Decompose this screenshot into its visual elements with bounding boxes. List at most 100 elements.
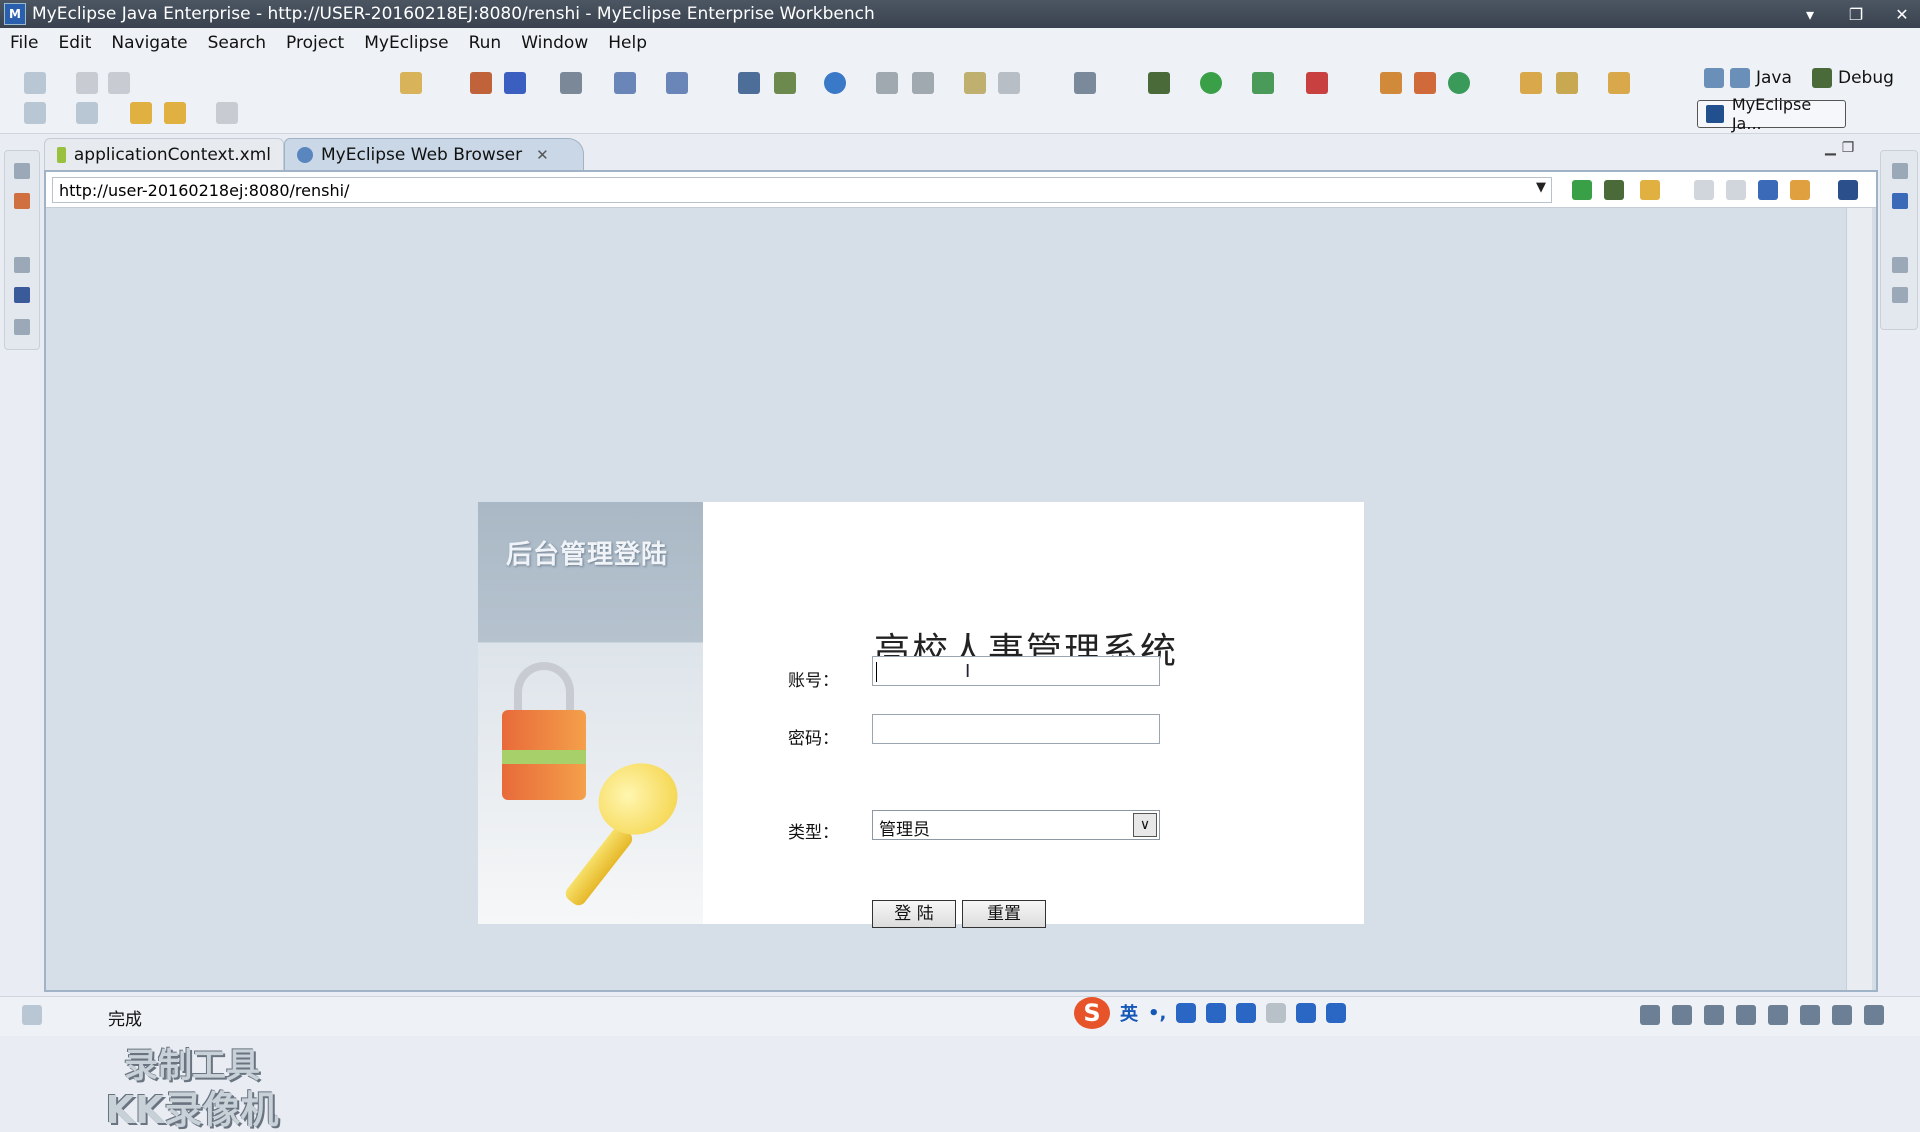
- emoji-icon[interactable]: [1176, 1003, 1197, 1023]
- browser-refresh-icon[interactable]: [1790, 180, 1810, 200]
- open-folder-2-icon[interactable]: [1608, 72, 1630, 94]
- settings-icon[interactable]: [998, 72, 1020, 94]
- new-interface-icon[interactable]: [1414, 72, 1436, 94]
- new-icon[interactable]: [24, 72, 46, 94]
- outline-view-icon[interactable]: [1892, 193, 1908, 209]
- file-icon[interactable]: [774, 72, 796, 94]
- menu-file[interactable]: File: [10, 33, 38, 53]
- build-icon[interactable]: [470, 72, 492, 94]
- left-view-dock: [4, 150, 40, 350]
- bug-icon[interactable]: [1148, 72, 1170, 94]
- window-title: MyEclipse Java Enterprise - http://USER-…: [32, 4, 875, 24]
- refresh-green-icon[interactable]: [1448, 72, 1470, 94]
- forward-icon[interactable]: [216, 102, 238, 124]
- browser-back-icon[interactable]: [1694, 180, 1714, 200]
- menu-navigate[interactable]: Navigate: [111, 33, 187, 53]
- open-folder-icon[interactable]: [1520, 72, 1542, 94]
- properties-icon[interactable]: [964, 72, 986, 94]
- tasks-tray-icon[interactable]: [1704, 1005, 1724, 1025]
- vertical-scrollbar[interactable]: [1846, 208, 1872, 990]
- perspective-java[interactable]: Java: [1704, 68, 1792, 88]
- web-project-icon[interactable]: [738, 72, 760, 94]
- perspective-debug[interactable]: Debug: [1812, 68, 1894, 88]
- new-class-icon[interactable]: [1380, 72, 1402, 94]
- restore-tray-icon[interactable]: [1640, 1005, 1660, 1025]
- pin-tray-icon[interactable]: [1864, 1005, 1884, 1025]
- restore-right-icon[interactable]: [1892, 163, 1908, 179]
- deploy-icon[interactable]: [614, 72, 636, 94]
- menu-run[interactable]: Run: [469, 33, 502, 53]
- restore-view-2-icon[interactable]: [14, 257, 30, 273]
- reset-button[interactable]: 重置: [962, 900, 1046, 928]
- menu-help[interactable]: Help: [608, 33, 647, 53]
- type-select[interactable]: 管理员 ∨: [872, 810, 1160, 840]
- hierarchy-icon[interactable]: [14, 193, 30, 209]
- import-icon[interactable]: [24, 102, 46, 124]
- login-button[interactable]: 登 陆: [872, 900, 956, 928]
- skin-icon[interactable]: [1296, 1003, 1317, 1023]
- server-icon[interactable]: [666, 72, 688, 94]
- run-icon[interactable]: [1200, 72, 1222, 94]
- menu-window[interactable]: Window: [521, 33, 588, 53]
- login-banner: 后台管理登陆: [478, 502, 703, 924]
- editor-minmax[interactable]: ▁❐: [1825, 140, 1860, 156]
- menu-edit[interactable]: Edit: [58, 33, 91, 53]
- run-config-icon[interactable]: [1252, 72, 1274, 94]
- debug-page-icon[interactable]: [1604, 180, 1624, 200]
- back-2-icon[interactable]: [164, 102, 186, 124]
- menu-project[interactable]: Project: [286, 33, 344, 53]
- right-view-dock: [1880, 150, 1918, 330]
- tab-application-context[interactable]: applicationContext.xml: [44, 138, 284, 170]
- close-tab-icon[interactable]: ✕: [536, 146, 549, 164]
- ime-punctuation[interactable]: •,: [1148, 1003, 1166, 1024]
- pin-icon[interactable]: [1556, 72, 1578, 94]
- password-input[interactable]: [872, 714, 1160, 744]
- url-input[interactable]: [52, 177, 1552, 203]
- account-input[interactable]: I: [872, 656, 1160, 686]
- text-caret: [876, 662, 877, 682]
- browser-stop-icon[interactable]: [1758, 180, 1778, 200]
- stop-icon[interactable]: [1306, 72, 1328, 94]
- menu-search[interactable]: Search: [208, 33, 266, 53]
- perspective-myeclipse[interactable]: MyEclipse Ja...: [1697, 95, 1846, 133]
- refresh-icon[interactable]: [912, 72, 934, 94]
- minimize-button[interactable]: ▾: [1800, 5, 1820, 24]
- keyboard-icon[interactable]: [1236, 1003, 1257, 1023]
- go-icon[interactable]: [1572, 180, 1592, 200]
- export-icon[interactable]: [76, 102, 98, 124]
- ime-mode[interactable]: 英: [1120, 1000, 1138, 1026]
- debug-tray-icon[interactable]: [1800, 1005, 1820, 1025]
- console-tray-icon[interactable]: [1768, 1005, 1788, 1025]
- globe-icon[interactable]: [824, 72, 846, 94]
- refresh-tray-icon[interactable]: [1832, 1005, 1852, 1025]
- menu-myeclipse[interactable]: MyEclipse: [364, 33, 448, 53]
- restore-view-icon[interactable]: [14, 163, 30, 179]
- cloud-icon[interactable]: [1266, 1003, 1287, 1023]
- restore-button[interactable]: ❐: [1846, 5, 1866, 24]
- servers-tray-icon[interactable]: [1672, 1005, 1692, 1025]
- browser-forward-icon[interactable]: [1726, 180, 1746, 200]
- print-icon[interactable]: [108, 72, 130, 94]
- camera-icon[interactable]: [1074, 72, 1096, 94]
- outline-icon[interactable]: [14, 319, 30, 335]
- back-icon[interactable]: [130, 102, 152, 124]
- package-icon[interactable]: [504, 72, 526, 94]
- favorites-icon[interactable]: [1640, 180, 1660, 200]
- save-icon[interactable]: [76, 72, 98, 94]
- wrench-icon[interactable]: [1326, 1003, 1347, 1023]
- chevron-down-icon[interactable]: ∨: [1133, 813, 1157, 837]
- sogou-logo-icon[interactable]: S: [1074, 997, 1110, 1029]
- table-view-icon[interactable]: [1892, 287, 1908, 303]
- web-browser-view: ▼ 后台管理登陆 高校人事管理系统 账号：: [44, 170, 1878, 1132]
- fast-view-icon[interactable]: [22, 1005, 42, 1025]
- microphone-icon[interactable]: [1206, 1003, 1227, 1023]
- folder-icon[interactable]: [876, 72, 898, 94]
- database-icon[interactable]: [560, 72, 582, 94]
- restore-right-2-icon[interactable]: [1892, 257, 1908, 273]
- url-history-dropdown-icon[interactable]: ▼: [1536, 180, 1546, 195]
- tab-web-browser[interactable]: MyEclipse Web Browser ✕: [284, 138, 584, 170]
- close-window-button[interactable]: ✕: [1892, 5, 1912, 24]
- open-type-icon[interactable]: [400, 72, 422, 94]
- web-tray-icon[interactable]: [1736, 1005, 1756, 1025]
- image-view-icon[interactable]: [14, 287, 30, 303]
